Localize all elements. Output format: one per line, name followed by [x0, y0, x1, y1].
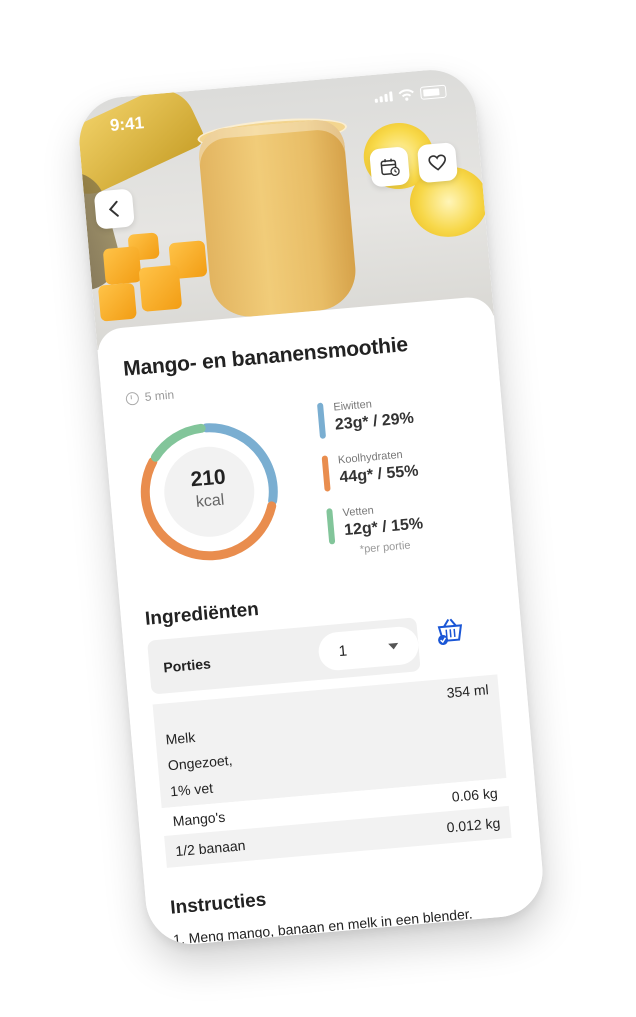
ingredient-amount: 354 ml	[445, 681, 490, 701]
ingredient-name-detail: Ongezoet,	[167, 751, 234, 774]
mango-cube	[138, 264, 183, 312]
mango-cube	[102, 246, 142, 286]
status-time: 9:41	[109, 113, 145, 136]
macro-koolhydraten: Koolhydraten 44g* / 55%	[321, 440, 505, 494]
macro-color-bar	[326, 508, 336, 545]
ingredient-name: Melk	[165, 729, 196, 748]
ingredient-name: 1/2 banaan	[174, 837, 246, 860]
chevron-left-icon	[108, 200, 119, 217]
macro-color-bar	[321, 455, 331, 492]
favorite-button[interactable]	[416, 142, 459, 184]
recipe-detail-sheet: Mango- en bananensmoothie 5 min 210 kcal…	[95, 295, 547, 948]
wifi-icon	[398, 88, 414, 101]
smoothie-glass-image	[196, 117, 359, 320]
battery-icon	[419, 84, 447, 100]
macro-vetten: Vetten 12g* / 15%	[326, 493, 509, 547]
nutrition-summary: 210 kcal Eiwitten 23g* / 29% Koolhydrate…	[127, 385, 490, 585]
ingredients-table: 354 ml Melk Ongezoet, 1% vet Mango's 0.0…	[152, 674, 512, 868]
back-button[interactable]	[93, 188, 135, 230]
ingredient-amount: 0.012 kg	[446, 814, 501, 836]
caret-down-icon	[388, 642, 399, 650]
portions-dropdown[interactable]: 1	[317, 625, 421, 672]
phone-frame: 9:41 Mango- en bananensmoothie 5 min 210…	[75, 66, 547, 948]
prep-time-text: 5 min	[144, 387, 175, 405]
macro-color-bar	[316, 402, 327, 439]
portions-value: 1	[337, 642, 348, 661]
ingredient-amount: 0.06 kg	[451, 784, 499, 805]
portions-row: Porties 1	[147, 617, 421, 695]
ingredient-name: Mango's	[172, 808, 226, 830]
macro-eiwitten: Eiwitten 23g* / 29%	[316, 387, 500, 441]
signal-icon	[374, 90, 393, 103]
ingredient-name-detail: 1% vet	[169, 779, 214, 800]
macro-list: Eiwitten 23g* / 29% Koolhydraten 44g* / …	[316, 387, 510, 561]
calendar-clock-icon	[380, 158, 400, 177]
clock-icon	[125, 391, 140, 406]
mango-cube	[97, 282, 137, 322]
add-to-basket-icon[interactable]	[432, 613, 469, 650]
schedule-button[interactable]	[369, 146, 411, 188]
portions-label: Porties	[162, 655, 212, 676]
heart-icon	[428, 154, 446, 171]
